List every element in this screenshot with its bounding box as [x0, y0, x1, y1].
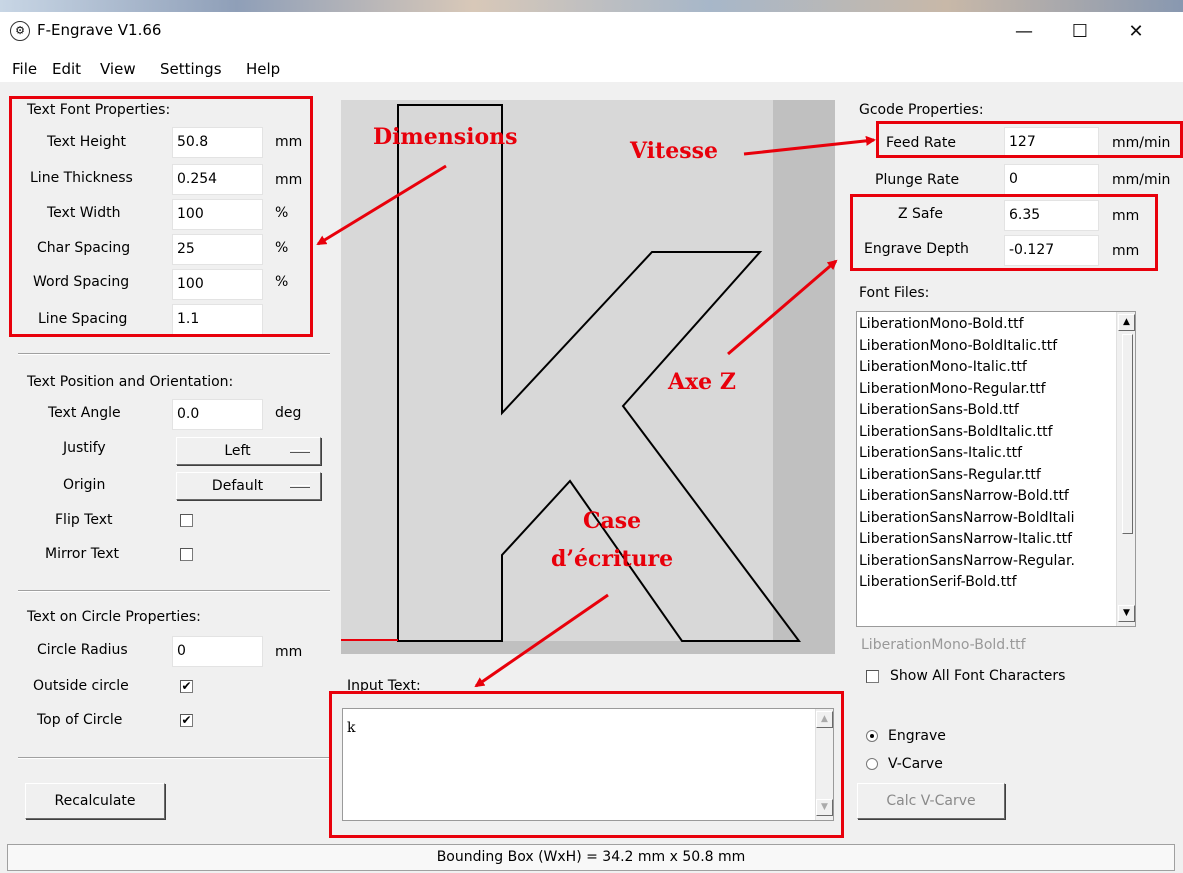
vitesse-arrow	[743, 135, 876, 156]
axe-z-arrow	[727, 259, 838, 356]
vitesse-annotation: Vitesse	[630, 138, 718, 164]
case-ecriture-arrow	[474, 593, 609, 688]
annotation-arrows	[316, 135, 876, 688]
dimensions-annotation: Dimensions	[373, 124, 518, 150]
dimensions-arrow	[316, 164, 447, 246]
case-annotation-line2: d’écriture	[551, 546, 674, 572]
axe-z-annotation: Axe Z	[668, 369, 736, 395]
case-annotation-line1: Case	[583, 508, 642, 534]
